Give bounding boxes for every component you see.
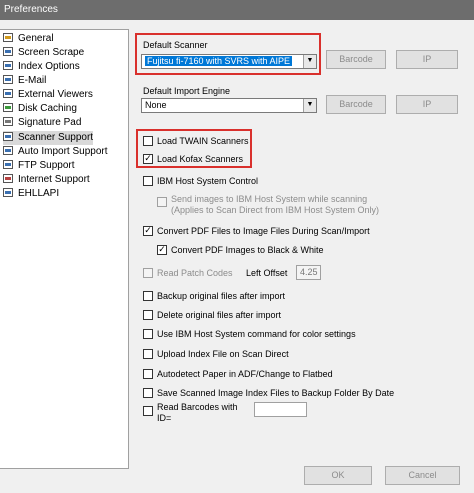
tree-item-general[interactable]: General bbox=[3, 32, 54, 46]
load-kofax-label: Load Kofax Scanners bbox=[157, 154, 244, 164]
tree-item-internet-support[interactable]: Internet Support bbox=[3, 173, 90, 187]
ibm-color-label: Use IBM Host System command for color se… bbox=[157, 329, 356, 339]
read-barcodes-input[interactable] bbox=[254, 402, 307, 417]
send-images-checkbox[interactable] bbox=[157, 197, 167, 207]
tree-item-external-viewers[interactable]: External Viewers bbox=[3, 88, 93, 102]
load-twain-label: Load TWAIN Scanners bbox=[157, 136, 249, 146]
ip-button[interactable]: IP bbox=[396, 50, 458, 69]
load-twain-checkbox[interactable] bbox=[143, 136, 153, 146]
chevron-down-icon[interactable]: ▼ bbox=[303, 99, 316, 112]
load-kofax-checkbox[interactable]: ✓ bbox=[143, 154, 153, 164]
read-barcodes-label-line2: ID= bbox=[157, 413, 172, 423]
general-icon bbox=[3, 32, 14, 43]
email-icon bbox=[3, 74, 14, 85]
convert-pdf-bw-checkbox[interactable]: ✓ bbox=[157, 245, 167, 255]
left-offset-label: Left Offset bbox=[246, 268, 288, 278]
signature-pad-icon bbox=[3, 116, 14, 127]
external-viewers-icon bbox=[3, 88, 14, 99]
tree-item-ftp-support[interactable]: FTP Support bbox=[3, 159, 75, 173]
index-options-icon bbox=[3, 60, 14, 71]
scanner-support-icon bbox=[3, 131, 14, 142]
read-barcodes-checkbox[interactable] bbox=[143, 406, 153, 416]
tree-item-signature-pad[interactable]: Signature Pad bbox=[3, 116, 81, 130]
backup-label: Backup original files after import bbox=[157, 291, 286, 301]
ftp-icon bbox=[3, 159, 14, 170]
left-offset-input[interactable]: 4.25 bbox=[296, 265, 321, 280]
cancel-button[interactable]: Cancel bbox=[385, 466, 460, 485]
read-barcodes-label-line1: Read Barcodes with bbox=[157, 402, 238, 412]
tree-item-ehllapi[interactable]: EHLLAPI bbox=[3, 187, 59, 201]
tree-item-disk-caching[interactable]: Disk Caching bbox=[3, 102, 77, 116]
auto-import-icon bbox=[3, 145, 14, 156]
internet-icon bbox=[3, 173, 14, 184]
chevron-down-icon[interactable]: ▼ bbox=[303, 55, 316, 68]
import-engine-select[interactable]: None ▼ bbox=[141, 98, 317, 113]
screen-scrape-icon bbox=[3, 46, 14, 57]
barcode-button-2[interactable]: Barcode bbox=[326, 95, 386, 114]
ehllapi-icon bbox=[3, 187, 14, 198]
ip-button-2[interactable]: IP bbox=[396, 95, 458, 114]
tree-item-scanner-support[interactable]: Scanner Support bbox=[3, 131, 94, 145]
window-title-bar: Preferences bbox=[0, 0, 474, 20]
tree-item-email[interactable]: E-Mail bbox=[3, 74, 46, 88]
delete-checkbox[interactable] bbox=[143, 310, 153, 320]
delete-label: Delete original files after import bbox=[157, 310, 282, 320]
ok-button[interactable]: OK bbox=[304, 466, 372, 485]
convert-pdf-label: Convert PDF Files to Image Files During … bbox=[157, 226, 370, 236]
send-images-label-line2: (Applies to Scan Direct from IBM Host Sy… bbox=[171, 205, 380, 215]
convert-pdf-checkbox[interactable]: ✓ bbox=[143, 226, 153, 236]
checkmark-icon: ✓ bbox=[144, 153, 152, 163]
import-engine-label: Default Import Engine bbox=[143, 86, 231, 96]
upload-index-checkbox[interactable] bbox=[143, 349, 153, 359]
tree-item-auto-import-support[interactable]: Auto Import Support bbox=[3, 145, 108, 159]
read-patch-label: Read Patch Codes bbox=[157, 268, 233, 278]
ibm-host-checkbox[interactable] bbox=[143, 176, 153, 186]
save-index-label: Save Scanned Image Index Files to Backup… bbox=[157, 388, 395, 398]
read-patch-checkbox[interactable] bbox=[143, 268, 153, 278]
autodetect-checkbox[interactable] bbox=[143, 369, 153, 379]
send-images-label-line1: Send images to IBM Host System while sca… bbox=[171, 194, 368, 204]
tree-item-screen-scrape[interactable]: Screen Scrape bbox=[3, 46, 84, 60]
convert-pdf-bw-label: Convert PDF Images to Black & White bbox=[171, 245, 324, 255]
ibm-host-label: IBM Host System Control bbox=[157, 176, 259, 186]
autodetect-label: Autodetect Paper in ADF/Change to Flatbe… bbox=[157, 369, 333, 379]
preferences-tree[interactable]: General Screen Scrape Index Options E-Ma… bbox=[0, 29, 129, 469]
disk-caching-icon bbox=[3, 102, 14, 113]
checkmark-icon: ✓ bbox=[158, 244, 166, 254]
default-scanner-select[interactable]: Fujitsu fi-7160 with SVRS with AIPE ▼ bbox=[141, 54, 317, 69]
barcode-button[interactable]: Barcode bbox=[326, 50, 386, 69]
window-title: Preferences bbox=[4, 4, 58, 15]
backup-checkbox[interactable] bbox=[143, 291, 153, 301]
upload-index-label: Upload Index File on Scan Direct bbox=[157, 349, 289, 359]
checkmark-icon: ✓ bbox=[144, 225, 152, 235]
tree-item-index-options[interactable]: Index Options bbox=[3, 60, 80, 74]
ibm-color-checkbox[interactable] bbox=[143, 329, 153, 339]
default-scanner-label: Default Scanner bbox=[143, 40, 208, 50]
save-index-checkbox[interactable] bbox=[143, 388, 153, 398]
